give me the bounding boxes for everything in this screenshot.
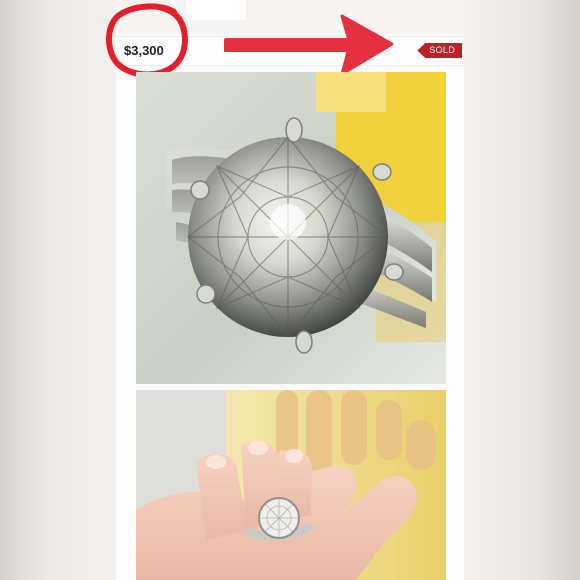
right-background — [464, 0, 580, 580]
ring-closeup-photo[interactable] — [136, 72, 446, 384]
sold-badge: SOLD — [417, 43, 462, 58]
left-background — [0, 0, 116, 580]
ring-on-hand-photo[interactable] — [136, 390, 446, 580]
ring-closeup-image — [136, 72, 446, 384]
ring-on-hand-image — [136, 390, 446, 580]
red-circle-annotation — [106, 3, 188, 78]
red-arrow-annotation — [224, 14, 394, 76]
